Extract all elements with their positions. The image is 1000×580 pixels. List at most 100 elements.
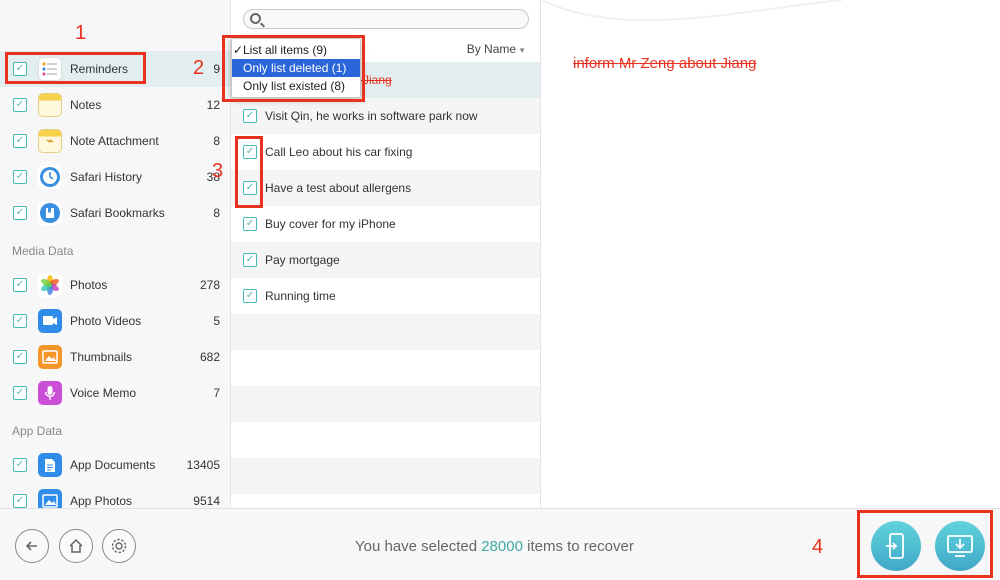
list-item[interactable]: ✓ Visit Qin, he works in software park n… bbox=[231, 98, 540, 134]
reminder-rows: out Jiang ✓ Visit Qin, he works in softw… bbox=[231, 62, 540, 494]
list-item[interactable]: ✓ Call Leo about his car fixing bbox=[231, 134, 540, 170]
checkbox[interactable]: ✓ bbox=[13, 278, 27, 292]
voice-memo-icon bbox=[38, 381, 62, 405]
safari-history-icon bbox=[38, 165, 62, 189]
annotation-number-1: 1 bbox=[75, 22, 87, 44]
checkbox[interactable]: ✓ bbox=[13, 98, 27, 112]
sidebar-item-note-attachment[interactable]: ✓ ⌁ Note Attachment 8 bbox=[0, 123, 230, 159]
app-documents-icon bbox=[38, 453, 62, 477]
status-prefix: You have selected bbox=[355, 538, 478, 555]
annotation-box-3 bbox=[235, 136, 263, 208]
status-suffix: items to recover bbox=[527, 538, 634, 555]
checkbox[interactable]: ✓ bbox=[13, 350, 27, 364]
sidebar-item-count: 9 bbox=[213, 62, 220, 76]
home-icon bbox=[69, 538, 83, 553]
background-swoosh bbox=[542, 0, 843, 22]
list-item-text: Visit Qin, he works in software park now bbox=[265, 109, 478, 123]
detail-title: inform Mr Zeng about Jiang bbox=[573, 55, 757, 72]
list-item-text: Call Leo about his car fixing bbox=[265, 145, 413, 159]
sidebar-item-label: App Documents bbox=[70, 458, 156, 472]
back-button[interactable] bbox=[15, 529, 49, 563]
annotation-number-3: 3 bbox=[212, 160, 224, 182]
annotation-box-2 bbox=[222, 35, 365, 102]
sidebar-item-safari-history[interactable]: ✓ Safari History 38 bbox=[0, 159, 230, 195]
sidebar-item-count: 278 bbox=[199, 278, 220, 292]
sidebar-item-count: 13405 bbox=[186, 458, 220, 472]
checkbox[interactable]: ✓ bbox=[13, 458, 27, 472]
sidebar-item-label: Photo Videos bbox=[70, 314, 142, 328]
annotation-box-4 bbox=[857, 510, 993, 578]
sidebar-item-photo-videos[interactable]: ✓ Photo Videos 5 bbox=[0, 303, 230, 339]
list-item-text: Running time bbox=[265, 289, 336, 303]
checkbox[interactable]: ✓ bbox=[13, 134, 27, 148]
sidebar-item-voice-memo[interactable]: ✓ Voice Memo 7 bbox=[0, 375, 230, 411]
list-item-text: Buy cover for my iPhone bbox=[265, 217, 396, 231]
sidebar-item-label: Photos bbox=[70, 278, 108, 292]
sidebar-item-count: 682 bbox=[199, 350, 220, 364]
photos-icon bbox=[38, 273, 62, 297]
bottom-bar: You have selected 28000 items to recover bbox=[0, 508, 1000, 580]
list-item-text: Have a test about allergens bbox=[265, 181, 412, 195]
sidebar-item-label: App Photos bbox=[70, 494, 133, 508]
sidebar-item-label: Thumbnails bbox=[70, 350, 133, 364]
thumbnails-icon bbox=[38, 345, 62, 369]
sidebar-item-count: 9514 bbox=[193, 494, 220, 508]
sidebar-item-photos[interactable]: ✓ Photos 278 bbox=[0, 267, 230, 303]
gear-icon bbox=[111, 538, 127, 554]
section-heading-app: App Data bbox=[12, 424, 63, 438]
list-item[interactable]: ✓ Have a test about allergens bbox=[231, 170, 540, 206]
checkbox[interactable]: ✓ bbox=[13, 206, 27, 220]
sidebar-item-notes[interactable]: ✓ Notes 12 bbox=[0, 87, 230, 123]
section-heading-media: Media Data bbox=[12, 244, 74, 258]
sidebar-item-count: 8 bbox=[213, 134, 220, 148]
caret-down-icon: ▼ bbox=[518, 46, 526, 55]
checkbox[interactable]: ✓ bbox=[243, 289, 257, 303]
notes-icon bbox=[38, 93, 62, 117]
search-icon bbox=[250, 13, 261, 24]
sidebar-item-count: 5 bbox=[213, 314, 220, 328]
empty-row bbox=[231, 386, 540, 422]
sidebar-item-count: 7 bbox=[213, 386, 220, 400]
sidebar-item-count: 8 bbox=[213, 206, 220, 220]
safari-bookmarks-icon bbox=[38, 201, 62, 225]
empty-row bbox=[231, 422, 540, 458]
sidebar-item-label: Note Attachment bbox=[70, 134, 159, 148]
checkbox[interactable]: ✓ bbox=[13, 494, 27, 508]
list-item-text: Pay mortgage bbox=[265, 253, 340, 267]
arrow-left-icon bbox=[25, 541, 37, 551]
sidebar-item-app-documents[interactable]: ✓ App Documents 13405 bbox=[0, 447, 230, 483]
annotation-number-4: 4 bbox=[812, 536, 824, 558]
selected-count: 28000 bbox=[481, 538, 523, 555]
selection-status: You have selected 28000 items to recover bbox=[355, 538, 634, 555]
sort-label: By Name bbox=[466, 42, 517, 56]
sidebar-item-label: Safari Bookmarks bbox=[70, 206, 165, 220]
empty-row bbox=[231, 314, 540, 350]
empty-row bbox=[231, 350, 540, 386]
sidebar-item-count: 12 bbox=[206, 98, 220, 112]
checkbox[interactable]: ✓ bbox=[243, 217, 257, 231]
list-item[interactable]: ✓ Buy cover for my iPhone bbox=[231, 206, 540, 242]
photo-videos-icon bbox=[38, 309, 62, 333]
sidebar-item-thumbnails[interactable]: ✓ Thumbnails 682 bbox=[0, 339, 230, 375]
sidebar-item-label: Safari History bbox=[70, 170, 143, 184]
sidebar-item-safari-bookmarks[interactable]: ✓ Safari Bookmarks 8 bbox=[0, 195, 230, 231]
home-button[interactable] bbox=[59, 529, 93, 563]
detail-pane: inform Mr Zeng about Jiang bbox=[542, 0, 1000, 508]
checkbox[interactable]: ✓ bbox=[13, 386, 27, 400]
sort-dropdown[interactable]: By Name ▼ bbox=[467, 42, 526, 56]
checkbox[interactable]: ✓ bbox=[13, 314, 27, 328]
search-input[interactable] bbox=[243, 9, 529, 29]
checkbox[interactable]: ✓ bbox=[13, 170, 27, 184]
category-list: ✓ Reminders 9 ✓ Notes 12 ✓ ⌁ Note Attach… bbox=[0, 51, 230, 519]
sidebar-item-label: Notes bbox=[70, 98, 102, 112]
note-attachment-icon: ⌁ bbox=[38, 129, 62, 153]
checkbox[interactable]: ✓ bbox=[243, 253, 257, 267]
checkbox[interactable]: ✓ bbox=[243, 109, 257, 123]
settings-button[interactable] bbox=[102, 529, 136, 563]
sidebar-item-label: Voice Memo bbox=[70, 386, 137, 400]
empty-row bbox=[231, 458, 540, 494]
list-item[interactable]: ✓ Pay mortgage bbox=[231, 242, 540, 278]
annotation-number-2: 2 bbox=[193, 57, 205, 79]
annotation-box-1 bbox=[5, 52, 146, 84]
list-item[interactable]: ✓ Running time bbox=[231, 278, 540, 314]
